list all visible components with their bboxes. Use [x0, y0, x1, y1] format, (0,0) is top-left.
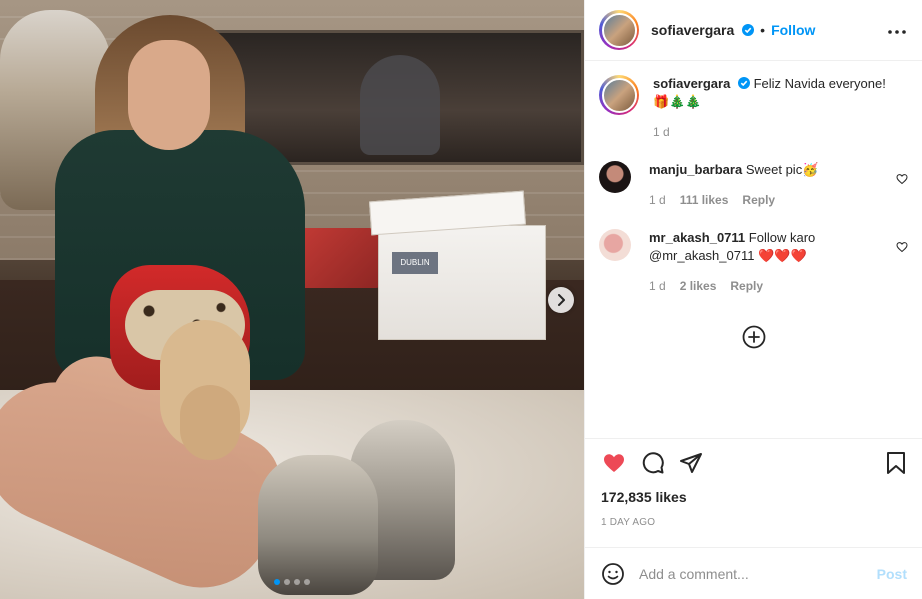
comment-age[interactable]: 1 d	[649, 191, 666, 209]
carousel-dot	[304, 579, 310, 585]
action-icons	[601, 451, 907, 475]
comment-row: manju_barbara Sweet pic🥳 1 d 111 likes R…	[599, 161, 908, 209]
follow-button[interactable]: Follow	[771, 22, 815, 38]
carousel-dots	[0, 579, 584, 585]
post-actions: 172,835 likes 1 DAY AGO	[585, 438, 922, 528]
post-photo[interactable]: DUBLIN	[0, 0, 584, 599]
commenter-avatar[interactable]	[599, 161, 631, 193]
post-sidebar: sofiavergara • Follow sofiavergara Feliz…	[584, 0, 922, 599]
box-label: DUBLIN	[392, 252, 438, 274]
reply-button[interactable]: Reply	[730, 277, 763, 295]
red-gift	[300, 228, 380, 288]
comment-icon[interactable]	[641, 451, 665, 475]
carousel-dot	[274, 579, 280, 585]
verified-badge-icon	[737, 77, 750, 89]
comment-input[interactable]: Add a comment...	[639, 566, 877, 582]
comment-username[interactable]: mr_akash_0711	[649, 230, 745, 245]
comment-meta: 1 d 2 likes Reply	[649, 277, 885, 295]
comment-text: Sweet pic🥳	[745, 162, 819, 177]
more-options-button[interactable]	[888, 18, 906, 41]
gift-box	[378, 225, 546, 340]
bookmark-icon[interactable]	[885, 451, 907, 475]
comment-age[interactable]: 1 d	[649, 277, 666, 295]
add-comment-bar: Add a comment... Post	[585, 547, 922, 599]
verified-badge-icon	[742, 24, 755, 36]
dog-head	[180, 385, 240, 460]
woman-face	[128, 40, 210, 150]
caption-username[interactable]: sofiavergara	[653, 76, 730, 91]
comment-likes[interactable]: 111 likes	[680, 191, 729, 209]
caption-avatar[interactable]	[599, 75, 639, 115]
heart-outline-icon[interactable]	[896, 241, 908, 253]
comment-likes[interactable]: 2 likes	[680, 277, 717, 295]
more-horizontal-icon	[888, 30, 906, 34]
author-username[interactable]: sofiavergara	[651, 22, 755, 38]
caption-meta: 1 d	[653, 123, 889, 141]
background-person	[360, 55, 440, 155]
caption-age[interactable]: 1 d	[653, 123, 670, 141]
load-more-comments-button[interactable]	[599, 325, 908, 349]
next-slide-button[interactable]	[548, 287, 574, 313]
comment-username[interactable]: manju_barbara	[649, 162, 742, 177]
heart-filled-icon[interactable]	[601, 451, 627, 475]
author-avatar[interactable]	[599, 10, 639, 50]
post-button[interactable]: Post	[877, 566, 907, 582]
emoji-icon[interactable]	[601, 562, 625, 586]
caption: sofiavergara Feliz Navida everyone!🎁🎄🎄 1…	[599, 75, 908, 141]
likes-count[interactable]: 172,835 likes	[601, 489, 907, 505]
comment-row: mr_akash_0711 Follow karo @mr_akash_0711…	[599, 229, 908, 295]
carousel-dot	[284, 579, 290, 585]
post-time[interactable]: 1 DAY AGO	[601, 517, 907, 528]
shoe-left	[258, 455, 378, 595]
chevron-right-icon	[558, 294, 565, 306]
carousel-dot	[294, 579, 300, 585]
comments-section: sofiavergara Feliz Navida everyone!🎁🎄🎄 1…	[585, 61, 922, 437]
comment-meta: 1 d 111 likes Reply	[649, 191, 885, 209]
instagram-post: DUBLIN sofiavergara • Follow sofiavergar…	[0, 0, 922, 599]
reply-button[interactable]: Reply	[742, 191, 775, 209]
heart-outline-icon[interactable]	[896, 173, 908, 185]
post-header: sofiavergara • Follow	[585, 0, 922, 61]
plus-circle-icon	[742, 325, 765, 349]
share-icon[interactable]	[679, 451, 703, 475]
separator-dot: •	[760, 22, 766, 38]
commenter-avatar[interactable]	[599, 229, 631, 261]
